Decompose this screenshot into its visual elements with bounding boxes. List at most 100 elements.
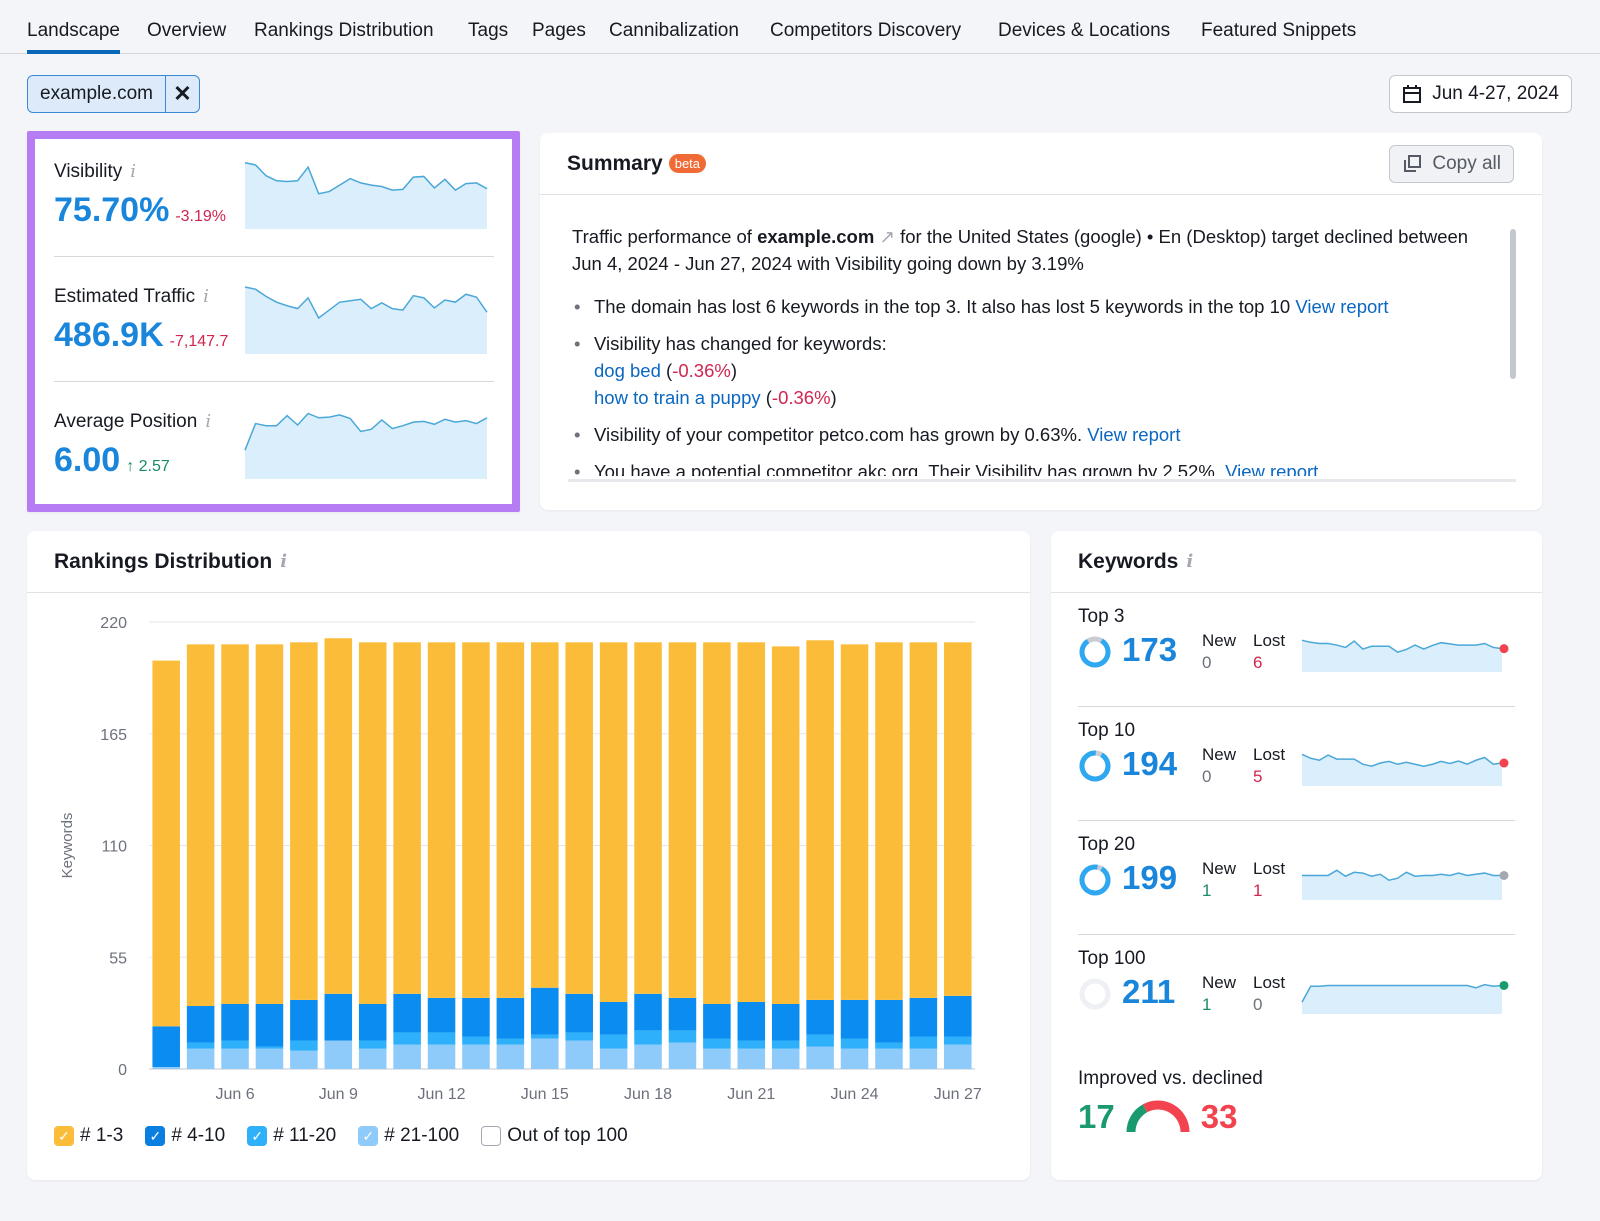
- bar-segment-4-10: [668, 997, 697, 1031]
- tab-landscape[interactable]: Landscape: [27, 20, 120, 54]
- donut-ring-icon: [1079, 978, 1111, 1010]
- x-tick-label: Jun 6: [215, 1086, 254, 1103]
- bar-segment-4-10: [221, 1003, 249, 1041]
- legend-label: # 1-3: [80, 1125, 124, 1146]
- keyword-link[interactable]: dog bed: [594, 360, 661, 381]
- bar-segment-1-3: [186, 644, 215, 1007]
- bar-segment-4-10: [358, 1003, 387, 1041]
- bar-segment-21-100: [531, 1038, 559, 1069]
- x-tick-label: Jun 21: [727, 1086, 775, 1103]
- bucket-sparkline: [1301, 639, 1509, 672]
- bar-segment-11-20: [875, 1042, 903, 1049]
- report-tabs: Landscape Overview Rankings Distribution…: [0, 0, 1600, 54]
- declined-count: 33: [1200, 1098, 1238, 1135]
- rankings-title: Rankings Distribution: [54, 549, 273, 573]
- bar-segment-4-10: [462, 997, 490, 1037]
- keyword-delta: -0.36%: [672, 360, 731, 381]
- bullet-text: The domain has lost 6 keywords in the to…: [594, 296, 1296, 317]
- divider: [54, 381, 494, 382]
- info-icon[interactable]: i: [205, 411, 211, 432]
- traffic-sparkline: [244, 286, 488, 354]
- summary-bullet: You have a potential competitor akc.org.…: [572, 458, 1492, 476]
- domain-filter-label[interactable]: example.com: [28, 83, 165, 105]
- ring-fill: [1079, 864, 1111, 896]
- tab-featured-snippets[interactable]: Featured Snippets: [1201, 20, 1356, 54]
- lost-count: 1: [1253, 881, 1263, 900]
- bucket-value[interactable]: 211: [1122, 973, 1175, 1011]
- legend-item-11-20[interactable]: ✓ # 11-20: [247, 1125, 336, 1147]
- bar-segment-11-20: [909, 1036, 938, 1049]
- intro-domain: example.com: [757, 226, 875, 247]
- date-range-button[interactable]: Jun 4-27, 2024: [1389, 75, 1572, 113]
- bucket-value[interactable]: 194: [1122, 745, 1177, 783]
- legend-item-4-10[interactable]: ✓ # 4-10: [145, 1125, 225, 1147]
- keyword-bucket-row: Top 20 199 New 1 Lost 1: [1078, 821, 1515, 935]
- bullet-text: You have a potential competitor akc.org.…: [594, 461, 1226, 476]
- bar-segment-21-100: [668, 1042, 697, 1069]
- checkbox-icon: [481, 1126, 502, 1146]
- copy-all-label: Copy all: [1432, 153, 1501, 174]
- bar-segment-11-20: [531, 1034, 559, 1039]
- bar-segment-11-20: [186, 1042, 215, 1049]
- keywords-card: Keywords i Top 3 173 New 0 Lost 6 Top 10 19…: [1051, 531, 1542, 1180]
- improved-count: 17: [1078, 1098, 1115, 1135]
- improved-declined-gauge: [1126, 1100, 1190, 1133]
- bar-segment-4-10: [565, 993, 593, 1033]
- tab-overview[interactable]: Overview: [147, 20, 226, 54]
- summary-scrollbar[interactable]: [1510, 229, 1516, 379]
- sparkline-area: [1302, 984, 1502, 1014]
- legend-item-1-3[interactable]: ✓ # 1-3: [54, 1125, 123, 1147]
- new-count: 1: [1202, 881, 1212, 900]
- info-icon[interactable]: i: [280, 551, 287, 572]
- checkbox-icon: ✓: [247, 1126, 268, 1146]
- legend-item-out-of-top-100[interactable]: Out of top 100: [481, 1125, 628, 1147]
- info-icon[interactable]: i: [203, 286, 209, 307]
- checkbox-icon: ✓: [145, 1126, 166, 1146]
- x-tick-label: Jun 9: [319, 1086, 358, 1103]
- keyword-link[interactable]: how to train a puppy: [594, 387, 761, 408]
- bar-segment-21-100: [771, 1048, 800, 1069]
- view-report-link[interactable]: View report: [1295, 296, 1388, 317]
- view-report-link[interactable]: View report: [1225, 461, 1318, 476]
- tab-competitors-discovery[interactable]: Competitors Discovery: [770, 20, 961, 54]
- bar-segment-4-10: [496, 997, 525, 1039]
- bucket-label: Top 10: [1078, 720, 1136, 741]
- sparkline-end-dot: [1499, 644, 1509, 654]
- bar-segment-21-100: [427, 1044, 456, 1069]
- date-range-label: Jun 4-27, 2024: [1432, 83, 1559, 104]
- external-link-icon[interactable]: ↗: [879, 226, 895, 247]
- sparkline-area: [245, 287, 487, 354]
- bar-segment-4-10: [840, 999, 869, 1039]
- close-icon[interactable]: ✕: [165, 76, 199, 112]
- info-icon[interactable]: i: [130, 161, 136, 182]
- tab-pages[interactable]: Pages: [532, 20, 586, 54]
- bucket-value[interactable]: 199: [1122, 859, 1177, 897]
- tab-cannibalization[interactable]: Cannibalization: [609, 20, 739, 54]
- view-report-link[interactable]: View report: [1087, 424, 1180, 445]
- bar-segment-4-10: [703, 1003, 731, 1039]
- tab-tags[interactable]: Tags: [468, 20, 508, 54]
- copy-all-button[interactable]: Copy all: [1389, 145, 1514, 183]
- bar-segment-21-100: [599, 1048, 628, 1069]
- legend-item-21-100[interactable]: ✓ # 21-100: [358, 1125, 459, 1147]
- gauge-declined-arc: [1142, 1100, 1190, 1133]
- metric-average-position: Average Position i 6.00 ↑ 2.57: [54, 389, 494, 507]
- x-tick-label: Jun 18: [624, 1086, 672, 1103]
- improved-label: Improved vs. declined: [1078, 1068, 1263, 1089]
- metric-delta: ↑ 2.57: [126, 458, 170, 475]
- lost-label: Lost: [1253, 973, 1286, 992]
- sparkline-end-dot: [1499, 870, 1509, 880]
- bar-segment-1-3: [255, 644, 284, 1004]
- bar-segment-1-3: [531, 642, 559, 988]
- intro-text: Traffic performance of: [572, 226, 758, 247]
- bucket-value[interactable]: 173: [1122, 631, 1177, 669]
- bar-segment-1-3: [909, 642, 938, 998]
- horizontal-scrollbar[interactable]: [568, 479, 1516, 482]
- info-icon[interactable]: i: [1186, 551, 1193, 572]
- metric-name: Average Position: [54, 411, 198, 432]
- tab-devices-locations[interactable]: Devices & Locations: [998, 20, 1170, 54]
- rankings-chart: 0 55 110 165 220 Keywords Jun 6 Jun 9 Jun 12 Jun …: [59, 615, 982, 1103]
- bar-segment-21-100: [255, 1048, 284, 1069]
- new-label: New: [1202, 859, 1237, 878]
- tab-rankings-distribution[interactable]: Rankings Distribution: [254, 20, 434, 54]
